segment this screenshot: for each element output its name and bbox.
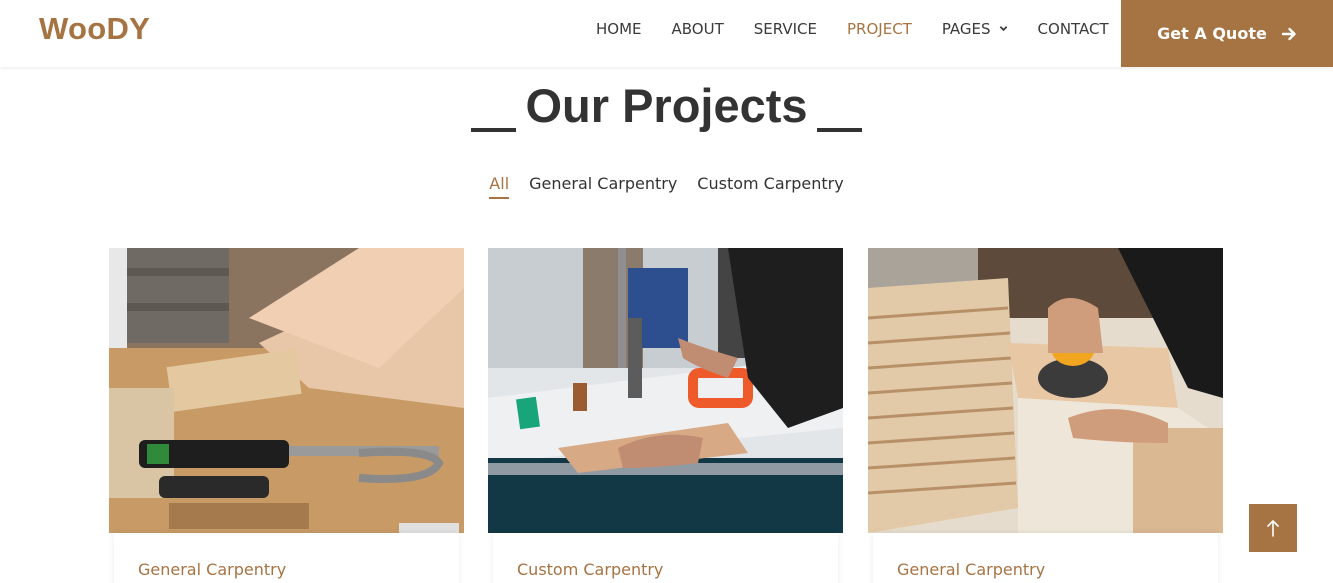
project-card[interactable]: Custom Carpentry	[488, 248, 843, 583]
project-image[interactable]	[488, 248, 843, 533]
project-category[interactable]: Custom Carpentry	[517, 560, 663, 579]
brand-logo[interactable]: WooDY	[39, 11, 150, 47]
page-title: Our Projects	[525, 79, 808, 132]
nav-service[interactable]: SERVICE	[754, 20, 817, 38]
table-saw-image	[488, 248, 843, 533]
nav-project-label: PROJECT	[847, 19, 912, 38]
project-card[interactable]: General Carpentry	[868, 248, 1223, 583]
get-quote-button[interactable]: Get A Quote	[1121, 0, 1333, 67]
project-category[interactable]: General Carpentry	[138, 560, 286, 579]
arrow-right-icon	[1281, 27, 1296, 40]
project-filters: All General Carpentry Custom Carpentry	[0, 174, 1333, 199]
nav-home-label: HOME	[596, 19, 642, 38]
get-quote-label: Get A Quote	[1157, 24, 1267, 43]
nav-home[interactable]: HOME	[596, 20, 642, 38]
nav-contact[interactable]: CONTACT	[1038, 20, 1109, 38]
project-caption: General Carpentry	[114, 533, 459, 583]
nav-contact-label: CONTACT	[1037, 19, 1109, 38]
back-to-top-button[interactable]	[1249, 504, 1297, 552]
nav-about-label: ABOUT	[671, 19, 724, 38]
navbar: WooDY HOME ABOUT SERVICE PROJECT PAGES C…	[0, 0, 1333, 67]
title-decoration-left	[471, 128, 516, 132]
nav-project[interactable]: PROJECT	[847, 20, 912, 38]
main-nav: HOME ABOUT SERVICE PROJECT PAGES CONTACT	[596, 0, 1139, 57]
chevron-down-icon	[999, 26, 1007, 32]
project-caption: General Carpentry	[873, 533, 1218, 583]
filter-all[interactable]: All	[489, 174, 510, 199]
sanding-wood-image	[868, 248, 1223, 533]
nav-about[interactable]: ABOUT	[672, 20, 724, 38]
section-title-wrap: Our Projects	[0, 78, 1333, 134]
title-decoration-right	[817, 128, 862, 132]
project-image[interactable]	[868, 248, 1223, 533]
project-caption: Custom Carpentry	[493, 533, 838, 583]
arrow-up-icon	[1267, 520, 1279, 537]
project-category[interactable]: General Carpentry	[897, 560, 1045, 579]
filter-custom-carpentry[interactable]: Custom Carpentry	[697, 174, 843, 199]
project-card[interactable]: General Carpentry	[109, 248, 464, 583]
nav-service-label: SERVICE	[753, 19, 818, 38]
project-image[interactable]	[109, 248, 464, 533]
nav-pages-label: PAGES	[941, 19, 991, 38]
nav-pages-dropdown[interactable]: PAGES	[942, 20, 1008, 38]
filter-general-carpentry[interactable]: General Carpentry	[529, 174, 677, 199]
workbench-measuring-image	[109, 248, 464, 533]
